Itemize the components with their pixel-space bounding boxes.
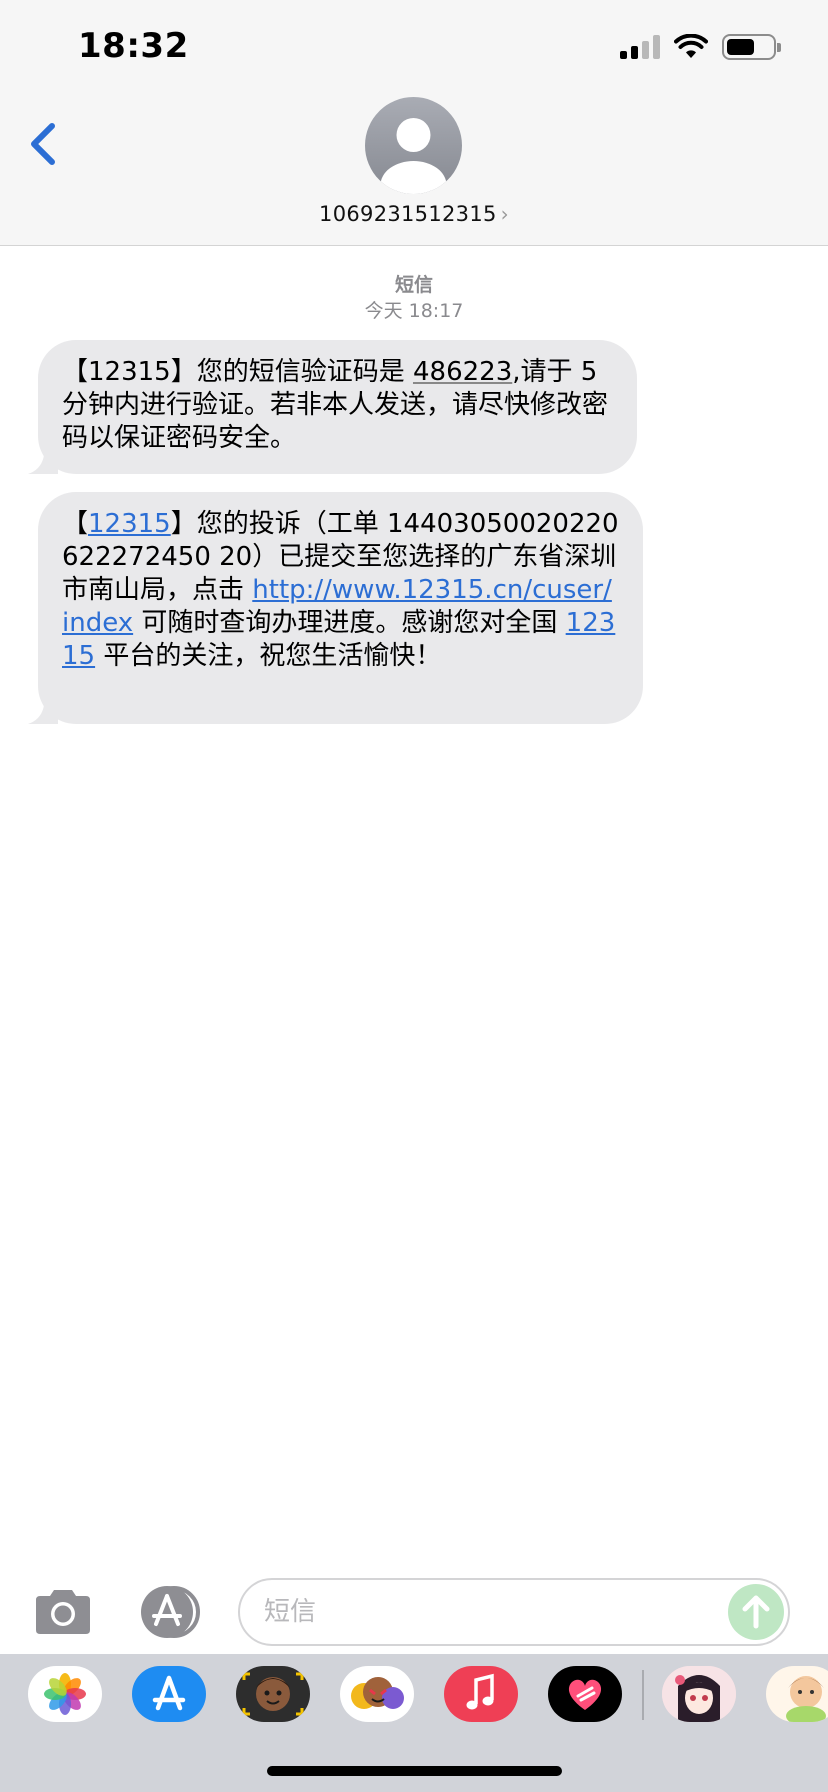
status-icons — [620, 32, 781, 62]
animoji-app-icon — [351, 1677, 404, 1709]
service-label: 短信 — [394, 274, 433, 296]
photos-app-button[interactable] — [28, 1666, 102, 1722]
message-text-1: 【12315】您的短信验证码是 486223,请于 5 分钟内进行验证。若非本人… — [62, 356, 613, 455]
memoji-app-button[interactable] — [236, 1666, 310, 1722]
home-indicator — [267, 1766, 562, 1776]
camera-icon — [36, 1590, 90, 1634]
message-segment: 【12315】您的短信验证码是 — [62, 357, 413, 387]
photos-app-icon — [44, 1673, 86, 1715]
arrow-up-icon — [742, 1595, 770, 1629]
app-store-app-button[interactable] — [132, 1666, 206, 1722]
bubble-tail-icon — [28, 444, 58, 474]
conversation-header: 18:32 1069231512315 › — [0, 0, 828, 246]
back-button[interactable] — [24, 116, 64, 172]
cartoon-sticker-app-button[interactable] — [766, 1666, 828, 1722]
person-avatar-icon — [380, 118, 447, 194]
bubble-tail-icon — [28, 694, 58, 724]
verification-code[interactable]: 486223 — [413, 357, 512, 387]
animoji-app-button[interactable] — [340, 1666, 414, 1722]
anime-sticker-app-button[interactable] — [662, 1666, 736, 1722]
chevron-left-icon — [31, 123, 55, 165]
message-segment: 【 — [62, 509, 89, 539]
app-store-button[interactable] — [136, 1584, 204, 1640]
battery-icon — [722, 34, 781, 60]
status-time: 18:32 — [78, 26, 189, 66]
contact-name-button[interactable]: 1069231512315 › — [0, 202, 828, 226]
drawer-divider — [642, 1670, 644, 1720]
contact-name: 1069231512315 — [319, 202, 497, 226]
contact-avatar[interactable] — [365, 97, 462, 194]
anime-sticker-app-icon — [662, 1666, 736, 1722]
app-store-app-icon — [152, 1675, 186, 1711]
chevron-right-icon: › — [500, 202, 509, 226]
message-text-2: 【12315】您的投诉（工单 14403050020220622272450 2… — [62, 508, 619, 673]
camera-button[interactable] — [32, 1586, 94, 1638]
app-store-icon — [141, 1586, 200, 1638]
message-segment: 可随时查询办理进度。感谢您对全国 — [133, 608, 566, 638]
message-bubble-1[interactable]: 【12315】您的短信验证码是 486223,请于 5 分钟内进行验证。若非本人… — [28, 340, 637, 474]
message-segment: 平台的关注，祝您生活愉快！ — [95, 641, 442, 671]
message-input[interactable] — [264, 1592, 704, 1632]
message-bubble-2[interactable]: 【12315】您的投诉（工单 14403050020220622272450 2… — [28, 492, 643, 724]
digital-touch-app-icon — [568, 1679, 602, 1710]
memoji-app-icon — [242, 1672, 304, 1716]
send-button[interactable] — [728, 1584, 784, 1640]
date-label: 今天 18:17 — [364, 300, 464, 322]
cellular-signal-icon — [620, 35, 660, 59]
message-input-container[interactable] — [238, 1578, 790, 1646]
phone-link-12315[interactable]: 12315 — [88, 509, 171, 539]
music-app-icon — [466, 1673, 494, 1710]
music-app-button[interactable] — [444, 1666, 518, 1722]
digital-touch-app-button[interactable] — [548, 1666, 622, 1722]
cartoon-sticker-app-icon — [786, 1676, 826, 1722]
wifi-icon — [674, 34, 708, 58]
